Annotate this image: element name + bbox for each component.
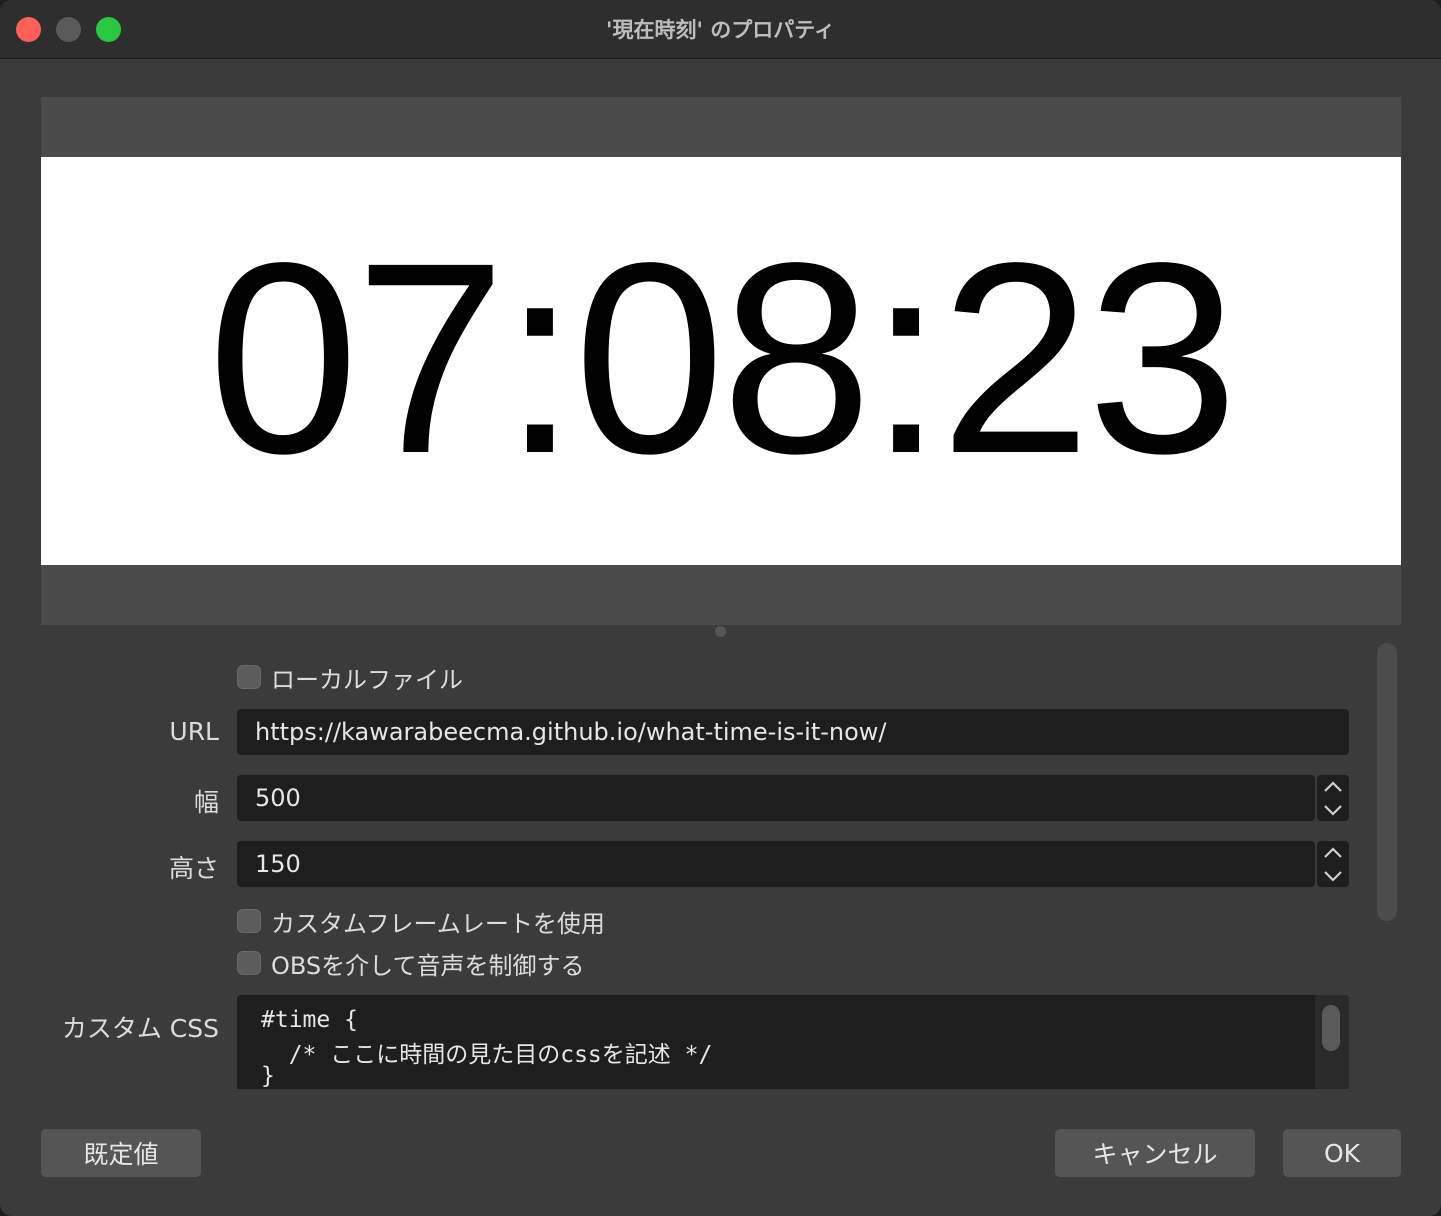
chevron-down-icon[interactable]	[1317, 798, 1349, 821]
preview-area: 07:08:23	[41, 97, 1401, 625]
obs-audio-checkbox[interactable]	[237, 951, 261, 975]
css-editor-scroll-thumb[interactable]	[1322, 1005, 1340, 1051]
splitter-handle[interactable]	[715, 626, 726, 637]
custom-fps-row[interactable]: カスタムフレームレートを使用	[237, 906, 605, 938]
window-title: '現在時刻' のプロパティ	[606, 18, 835, 42]
properties-dialog: '現在時刻' のプロパティ 07:08:23 ローカルファイル URL http…	[0, 0, 1441, 1216]
cancel-button[interactable]: キャンセル	[1055, 1129, 1255, 1177]
custom-css-label: カスタム CSS	[61, 1014, 219, 1043]
obs-audio-label: OBSを介して音声を制御する	[271, 951, 585, 980]
css-editor-scrollbar[interactable]	[1315, 995, 1349, 1089]
custom-css-editor[interactable]: #time { /* ここに時間の見た目のcssを記述 */ }	[237, 995, 1349, 1089]
defaults-button[interactable]: 既定値	[41, 1129, 201, 1177]
title-bar: '現在時刻' のプロパティ	[0, 0, 1441, 59]
css-line: /* ここに時間の見た目のcssを記述 */	[261, 1042, 713, 1068]
clock-display: 07:08:23	[207, 206, 1239, 510]
height-stepper[interactable]	[1317, 841, 1349, 887]
url-label: URL	[169, 717, 219, 746]
local-file-label: ローカルファイル	[271, 665, 463, 694]
width-stepper[interactable]	[1317, 775, 1349, 821]
obs-audio-row[interactable]: OBSを介して音声を制御する	[237, 948, 585, 980]
chevron-up-icon[interactable]	[1317, 775, 1349, 798]
ok-button[interactable]: OK	[1283, 1129, 1401, 1177]
custom-fps-label: カスタムフレームレートを使用	[271, 909, 605, 938]
local-file-checkbox[interactable]	[237, 665, 261, 689]
url-field[interactable]: https://kawarabeecma.github.io/what-time…	[237, 709, 1349, 755]
width-label: 幅	[193, 788, 219, 817]
properties-scrollbar[interactable]	[1377, 643, 1397, 921]
local-file-row[interactable]: ローカルファイル	[237, 662, 463, 694]
css-line: #time {	[261, 1007, 358, 1033]
css-line: }	[261, 1063, 275, 1089]
height-field[interactable]: 150	[237, 841, 1315, 887]
width-field[interactable]: 500	[237, 775, 1315, 821]
browser-source-preview: 07:08:23	[41, 157, 1401, 565]
custom-fps-checkbox[interactable]	[237, 909, 261, 933]
chevron-down-icon[interactable]	[1317, 864, 1349, 887]
height-label: 高さ	[168, 854, 219, 883]
chevron-up-icon[interactable]	[1317, 841, 1349, 864]
